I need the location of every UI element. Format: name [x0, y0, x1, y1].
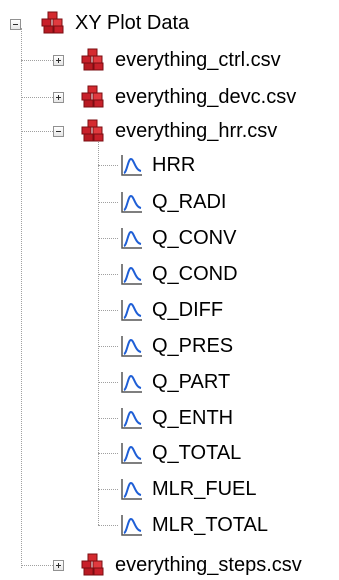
tree-node-label: everything_hrr.csv — [115, 120, 278, 142]
tree-leaf-label: Q_CONV — [152, 227, 237, 249]
tree-leaf-q-enth[interactable]: Q_ENTH — [120, 403, 233, 433]
tree-leaf-mlr-total[interactable]: MLR_TOTAL — [120, 510, 268, 540]
tree-node-everything-steps[interactable]: everything_steps.csv — [80, 550, 302, 580]
tree-node-label: everything_ctrl.csv — [115, 49, 281, 71]
connector — [98, 453, 118, 454]
connector — [98, 489, 118, 490]
plot-series-icon — [120, 477, 144, 501]
plot-series-icon — [120, 370, 144, 394]
tree-leaf-label: Q_ENTH — [152, 407, 234, 429]
tree-leaf-hrr[interactable]: HRR — [120, 150, 195, 180]
tree-node-everything-hrr[interactable]: everything_hrr.csv — [80, 116, 277, 146]
collapse-toggle-root[interactable] — [10, 19, 21, 30]
tree-leaf-label: Q_PART — [152, 371, 231, 393]
plot-series-icon — [120, 190, 144, 214]
connector — [21, 97, 53, 98]
plot-series-icon — [120, 441, 144, 465]
connector — [98, 418, 118, 419]
tree-leaf-q-total[interactable]: Q_TOTAL — [120, 438, 241, 468]
bricks-file-icon — [80, 552, 106, 578]
tree-leaf-q-pres[interactable]: Q_PRES — [120, 331, 233, 361]
tree-node-everything-ctrl[interactable]: everything_ctrl.csv — [80, 45, 281, 75]
connector — [98, 165, 118, 166]
tree-leaf-label: MLR_TOTAL — [152, 514, 268, 536]
expand-toggle-ctrl[interactable] — [53, 55, 64, 66]
tree-leaf-label: Q_RADI — [152, 191, 227, 213]
connector — [21, 131, 53, 132]
collapse-toggle-hrr[interactable] — [53, 126, 64, 137]
tree-leaf-q-diff[interactable]: Q_DIFF — [120, 295, 223, 325]
tree-node-xy-plot-data[interactable]: XY Plot Data — [40, 8, 189, 38]
tree-leaf-label: HRR — [152, 154, 196, 176]
connector — [98, 274, 118, 275]
connector — [98, 525, 118, 526]
root-connector — [21, 28, 22, 568]
tree-node-label: everything_steps.csv — [115, 554, 302, 576]
tree-node-label: everything_devc.csv — [115, 86, 297, 108]
connector — [98, 202, 118, 203]
tree-node-everything-devc[interactable]: everything_devc.csv — [80, 82, 296, 112]
plot-series-icon — [120, 226, 144, 250]
tree-leaf-label: Q_DIFF — [152, 299, 224, 321]
plot-series-icon — [120, 513, 144, 537]
tree-leaf-label: Q_TOTAL — [152, 442, 242, 464]
bricks-file-icon — [80, 47, 106, 73]
plot-series-icon — [120, 406, 144, 430]
connector — [98, 310, 118, 311]
tree-leaf-q-radi[interactable]: Q_RADI — [120, 187, 226, 217]
bricks-folder-icon — [40, 10, 66, 36]
plot-series-icon — [120, 153, 144, 177]
bricks-file-icon — [80, 84, 106, 110]
plot-series-icon — [120, 298, 144, 322]
tree-leaf-label: Q_PRES — [152, 335, 234, 357]
expand-toggle-steps[interactable] — [53, 560, 64, 571]
connector — [21, 565, 53, 566]
plot-series-icon — [120, 262, 144, 286]
connector — [98, 382, 118, 383]
connector — [98, 238, 118, 239]
expand-toggle-devc[interactable] — [53, 92, 64, 103]
bricks-file-icon — [80, 118, 106, 144]
xy-plot-data-tree: XY Plot Data everything_ctrl.csv everyth… — [0, 0, 339, 580]
tree-leaf-q-cond[interactable]: Q_COND — [120, 259, 238, 289]
connector — [21, 60, 53, 61]
tree-leaf-label: Q_COND — [152, 263, 238, 285]
tree-leaf-q-part[interactable]: Q_PART — [120, 367, 230, 397]
tree-leaf-label: MLR_FUEL — [152, 478, 257, 500]
tree-leaf-q-conv[interactable]: Q_CONV — [120, 223, 236, 253]
tree-leaf-mlr-fuel[interactable]: MLR_FUEL — [120, 474, 256, 504]
hrr-connector — [98, 142, 99, 525]
connector — [98, 346, 118, 347]
tree-node-label: XY Plot Data — [75, 12, 190, 34]
plot-series-icon — [120, 334, 144, 358]
